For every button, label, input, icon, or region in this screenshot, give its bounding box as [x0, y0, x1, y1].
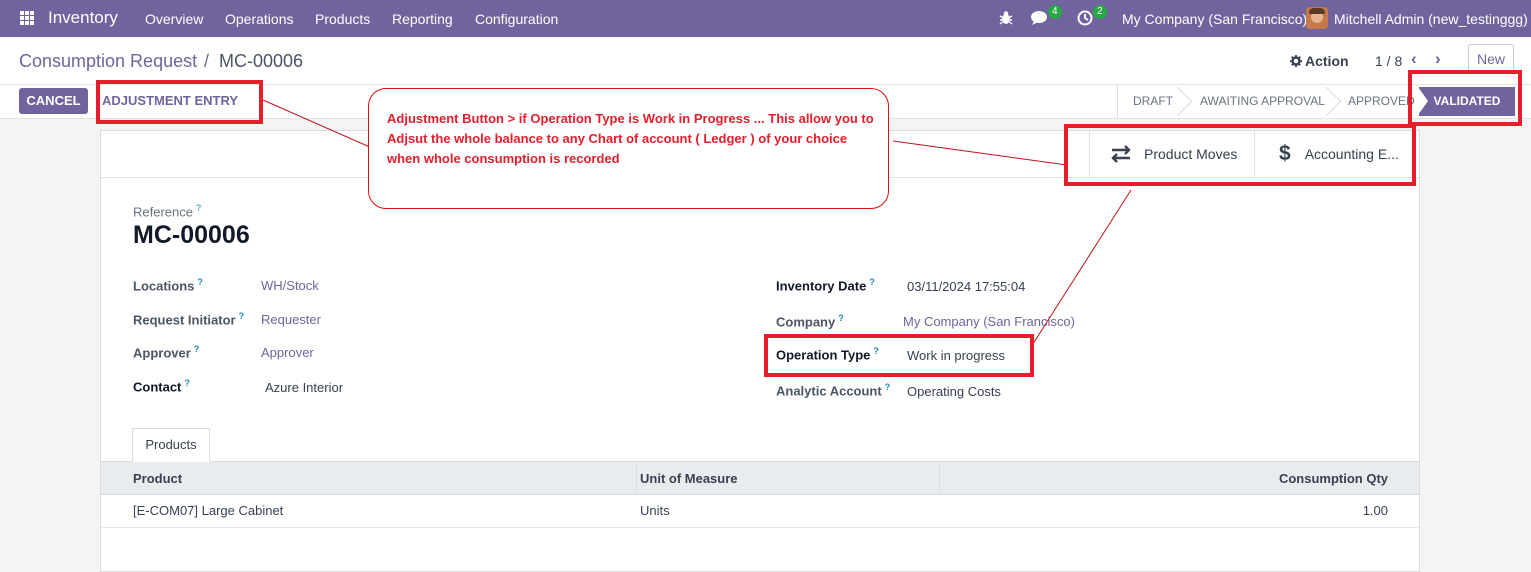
menu-configuration[interactable]: Configuration	[475, 11, 558, 27]
menu-reporting[interactable]: Reporting	[392, 11, 453, 27]
annotation-highlight-validated	[1408, 70, 1522, 126]
inventory-date-field[interactable]: 03/11/2024 17:55:04	[907, 279, 1025, 294]
stage-separator	[1323, 85, 1337, 118]
request-initiator-label: Request Initiator?	[133, 311, 245, 328]
breadcrumb-current: MC-00006	[219, 51, 304, 71]
stage-approved[interactable]: APPROVED	[1348, 85, 1415, 118]
annotation-highlight-operation-type	[764, 334, 1034, 377]
column-divider	[636, 462, 637, 494]
help-icon[interactable]: ?	[885, 382, 891, 392]
annotation-highlight-adjustment	[96, 80, 263, 124]
contact-label: Contact?	[133, 378, 190, 395]
pager-value[interactable]: 1 / 8	[1375, 53, 1402, 69]
column-divider	[939, 462, 940, 494]
app-name[interactable]: Inventory	[48, 8, 118, 28]
help-icon[interactable]: ?	[197, 277, 203, 287]
control-panel: Consumption Request / MC-00006 Action 1 …	[0, 37, 1531, 85]
column-consumption-qty[interactable]: Consumption Qty	[1279, 471, 1388, 486]
apps-grid-icon[interactable]	[20, 11, 34, 25]
chat-icon[interactable]	[1031, 10, 1049, 26]
top-navbar: Inventory Overview Operations Products R…	[0, 0, 1531, 37]
help-icon[interactable]: ?	[239, 311, 245, 321]
stage-awaiting-approval[interactable]: AWAITING APPROVAL	[1200, 85, 1325, 118]
user-menu[interactable]: Mitchell Admin (new_testinggg)	[1334, 11, 1528, 27]
pager-next-icon[interactable]: ›	[1435, 49, 1441, 69]
help-icon[interactable]: ?	[196, 203, 201, 213]
contact-field[interactable]: Azure Interior	[265, 380, 343, 395]
column-unit-of-measure[interactable]: Unit of Measure	[640, 471, 738, 486]
reference-label: Reference?	[133, 203, 201, 220]
table-header: Product Unit of Measure Consumption Qty	[101, 462, 1419, 495]
menu-overview[interactable]: Overview	[145, 11, 203, 27]
stage-separator	[1174, 85, 1188, 118]
column-product[interactable]: Product	[133, 471, 182, 486]
analytic-account-label: Analytic Account?	[776, 382, 891, 399]
help-icon[interactable]: ?	[184, 378, 190, 388]
breadcrumb-separator: /	[204, 51, 210, 71]
company-field[interactable]: My Company (San Francisco)	[903, 314, 1075, 329]
approver-label: Approver?	[133, 344, 200, 361]
company-switcher[interactable]: My Company (San Francisco)	[1122, 11, 1307, 27]
pager-prev-icon[interactable]: ‹	[1411, 49, 1417, 69]
inventory-date-label: Inventory Date?	[776, 277, 875, 294]
help-icon[interactable]: ?	[194, 344, 200, 354]
messages-badge: 4	[1048, 5, 1062, 19]
annotation-callout: Adjustment Button > if Operation Type is…	[368, 88, 889, 209]
annotation-callout-text: Adjustment Button > if Operation Type is…	[387, 111, 874, 166]
activities-badge: 2	[1093, 5, 1107, 19]
cell-product[interactable]: [E-COM07] Large Cabinet	[133, 503, 283, 518]
reference-value: MC-00006	[133, 221, 250, 249]
company-label: Company?	[776, 313, 844, 330]
locations-label: Locations?	[133, 277, 203, 294]
clock-icon[interactable]	[1077, 10, 1093, 26]
breadcrumb-parent[interactable]: Consumption Request	[19, 51, 197, 72]
statusbar-divider	[1117, 85, 1118, 118]
action-menu-button[interactable]: Action	[1305, 53, 1349, 69]
locations-field[interactable]: WH/Stock	[261, 278, 319, 293]
request-initiator-field[interactable]: Requester	[261, 312, 321, 327]
gear-icon[interactable]	[1290, 55, 1302, 67]
tab-products[interactable]: Products	[132, 428, 210, 462]
cell-uom[interactable]: Units	[640, 503, 670, 518]
menu-operations[interactable]: Operations	[225, 11, 293, 27]
help-icon[interactable]: ?	[838, 313, 844, 323]
menu-products[interactable]: Products	[315, 11, 370, 27]
cell-qty[interactable]: 1.00	[1363, 503, 1388, 518]
analytic-account-field[interactable]: Operating Costs	[907, 384, 1001, 399]
annotation-highlight-smart-buttons	[1064, 124, 1416, 186]
bug-icon[interactable]	[999, 10, 1013, 26]
cancel-button[interactable]: CANCEL	[19, 88, 88, 114]
approver-field[interactable]: Approver	[261, 345, 314, 360]
user-avatar[interactable]	[1306, 7, 1328, 29]
table-row[interactable]: [E-COM07] Large Cabinet Units 1.00	[101, 494, 1419, 528]
help-icon[interactable]: ?	[869, 277, 875, 287]
